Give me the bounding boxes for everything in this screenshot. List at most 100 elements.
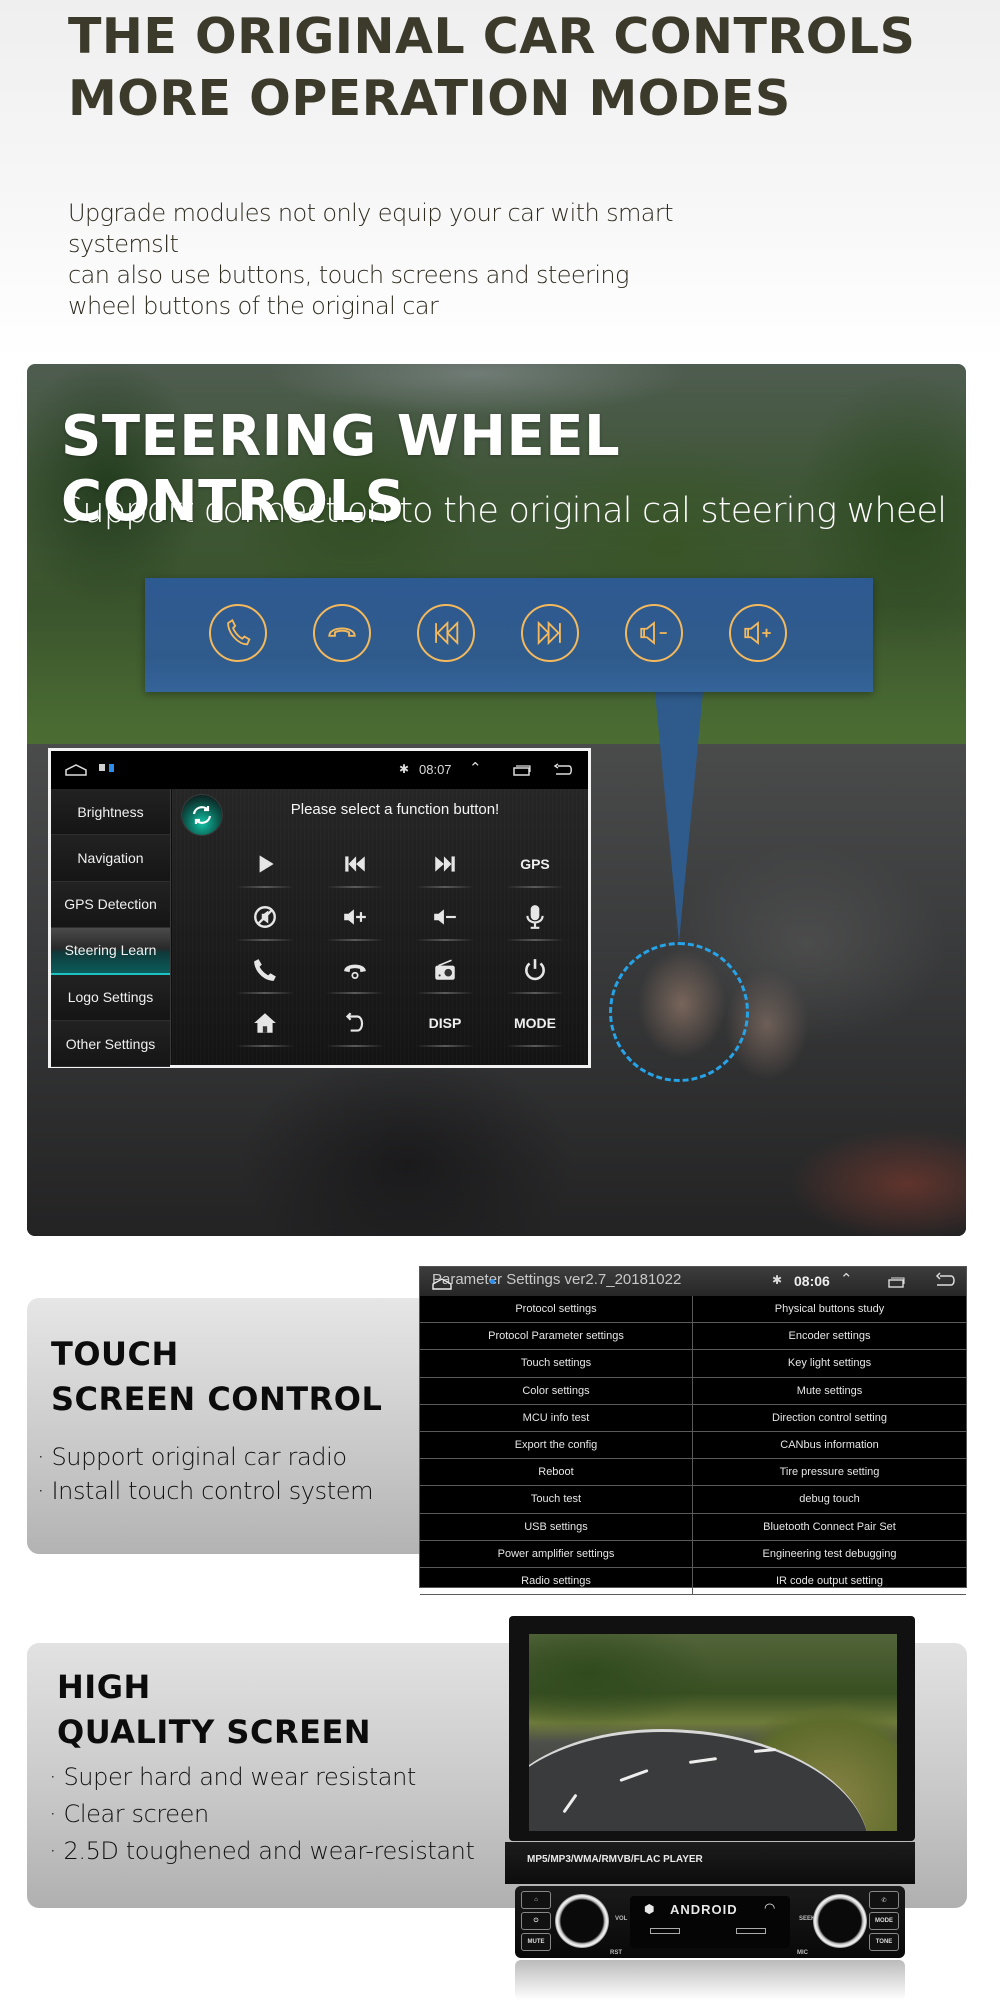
key-phone-hangup (313, 604, 371, 662)
sidebar-item-navigation[interactable]: Navigation (51, 835, 170, 882)
hero-desc-line-1: Upgrade modules not only equip your car … (68, 199, 674, 258)
param-color-settings[interactable]: Color settings (420, 1377, 693, 1405)
param-direction-control-setting[interactable]: Direction control setting (693, 1405, 966, 1432)
home-icon[interactable] (432, 1277, 452, 1290)
param-engineering-test-debugging[interactable]: Engineering test debugging (693, 1541, 966, 1568)
quality-feature-item: Clear screen (49, 1796, 474, 1833)
vol-label: VOL (615, 1916, 628, 1922)
stereo-tone-button[interactable]: TONE (869, 1933, 899, 1951)
param-mcu-info-test[interactable]: MCU info test (420, 1404, 693, 1432)
hero-desc-line-3: wheel buttons of the original car (68, 292, 439, 320)
param-touch-test[interactable]: Touch test (420, 1486, 693, 1514)
quality-feature-item: 2.5D toughened and wear-resistant (49, 1833, 474, 1870)
mic-label: MIC (797, 1950, 808, 1956)
fn-phone-answer[interactable] (220, 943, 310, 996)
function-button-grid: GPS DISP MODE (220, 837, 580, 1049)
volume-knob[interactable] (555, 1894, 609, 1948)
fn-back[interactable] (310, 996, 400, 1049)
recent-apps-icon[interactable] (888, 1276, 905, 1288)
usb-port (650, 1928, 680, 1934)
steering-subtitle: Support connection to the original cal s… (61, 491, 947, 531)
expand-up-icon[interactable]: ⌃ (840, 1270, 853, 1288)
volume-down-icon (640, 621, 667, 645)
previous-track-icon (435, 620, 459, 646)
fn-mode[interactable]: MODE (490, 996, 580, 1049)
param-ir-code-output-setting[interactable]: IR code output setting (693, 1568, 966, 1596)
key-volume-up (729, 604, 787, 662)
fn-radio[interactable] (400, 943, 490, 996)
volume-up-icon (344, 908, 366, 925)
microphone-icon (526, 904, 544, 929)
back-icon[interactable] (553, 763, 573, 777)
touch-title: TOUCH SCREEN CONTROL (51, 1332, 382, 1422)
stereo-format-label: MP5/MP3/WMA/RMVB/FLAC PLAYER (527, 1854, 703, 1865)
fn-phone-hangup[interactable] (310, 943, 400, 996)
touch-feature-item: Support original car radio (37, 1440, 373, 1474)
param-protocol-parameter-settings[interactable]: Protocol Parameter settings (420, 1323, 693, 1351)
notification-icon (490, 1279, 495, 1284)
quality-feature-list: Super hard and wear resistant Clear scre… (49, 1759, 474, 1870)
hero-title-line-1: THE ORIGINAL CAR CONTROLS (68, 8, 916, 65)
param-canbus-information[interactable]: CANbus information (693, 1432, 966, 1460)
steering-learn-panel: Please select a function button! GPS DIS… (172, 789, 588, 1065)
fn-play[interactable] (220, 837, 310, 890)
touch-title-line-1: TOUCH (51, 1335, 179, 1373)
param-protocol-settings[interactable]: Protocol settings (420, 1296, 693, 1324)
param-physical-buttons-study[interactable]: Physical buttons study (693, 1296, 966, 1324)
param-reboot[interactable]: Reboot (420, 1459, 693, 1487)
home-icon (254, 1012, 276, 1033)
bluetooth-icon: ✱ (772, 1273, 783, 1287)
sidebar-item-steering-learn[interactable]: Steering Learn (51, 928, 170, 975)
fn-disp[interactable]: DISP (400, 996, 490, 1049)
param-key-light-settings[interactable]: Key light settings (693, 1350, 966, 1378)
home-icon[interactable] (65, 763, 87, 777)
hero-desc-line-2: can also use buttons, touch screens and … (68, 261, 629, 289)
stereo-mute-button[interactable]: MUTE (521, 1933, 551, 1951)
recent-apps-icon[interactable] (513, 764, 531, 776)
steering-key-bar (145, 578, 873, 692)
steering-buttons-highlight (609, 942, 749, 1082)
touch-title-line-2: SCREEN CONTROL (51, 1380, 383, 1418)
fn-previous[interactable] (310, 837, 400, 890)
stereo-phone-button[interactable]: ✆ (869, 1891, 899, 1909)
sidebar-item-logo-settings[interactable]: Logo Settings (51, 974, 170, 1021)
expand-up-icon[interactable]: ⌃ (469, 759, 482, 777)
fn-gps[interactable]: GPS (490, 837, 580, 890)
fn-microphone[interactable] (490, 890, 580, 943)
back-icon[interactable] (934, 1272, 956, 1290)
param-mute-settings[interactable]: Mute settings (693, 1378, 966, 1405)
previous-track-icon (345, 855, 365, 872)
mute-icon (254, 905, 276, 928)
param-radio-settings[interactable]: Radio settings (420, 1567, 693, 1596)
parameter-settings-title: Parameter Settings ver2.7_20181022 (432, 1271, 682, 1288)
power-icon (525, 958, 545, 980)
stereo-screen-road-scene (529, 1634, 897, 1831)
fn-power[interactable] (490, 943, 580, 996)
param-power-amplifier-settings[interactable]: Power amplifier settings (420, 1540, 693, 1568)
param-bluetooth-connect-pair-set[interactable]: Bluetooth Connect Pair Set (693, 1514, 966, 1541)
sidebar-item-brightness[interactable]: Brightness (51, 789, 170, 836)
param-tire-pressure-setting[interactable]: Tire pressure setting (693, 1459, 966, 1487)
fn-next[interactable] (400, 837, 490, 890)
seek-knob[interactable] (813, 1894, 867, 1948)
quality-title-line-1: HIGH (57, 1668, 151, 1706)
fn-home[interactable] (220, 996, 310, 1049)
stereo-home-button[interactable]: ⌂ (521, 1891, 551, 1909)
param-encoder-settings[interactable]: Encoder settings (693, 1323, 966, 1351)
fn-mute[interactable] (220, 890, 310, 943)
key-next (521, 604, 579, 662)
param-usb-settings[interactable]: USB settings (420, 1513, 693, 1541)
stereo-mode-button[interactable]: MODE (869, 1912, 899, 1930)
next-track-icon (435, 855, 455, 872)
back-icon (345, 1011, 364, 1032)
prompt-text: Please select a function button! (290, 801, 500, 818)
param-touch-settings[interactable]: Touch settings (420, 1350, 693, 1378)
stereo-power-button[interactable]: ⏻ (521, 1912, 551, 1930)
parameter-settings-header: Parameter Settings ver2.7_20181022 ✱ 08:… (420, 1267, 966, 1296)
fn-volume-down[interactable] (400, 890, 490, 943)
param-debug-touch[interactable]: debug touch (693, 1486, 966, 1514)
sidebar-item-gps-detection[interactable]: GPS Detection (51, 881, 170, 929)
param-export-config[interactable]: Export the config (420, 1431, 693, 1460)
sidebar-item-other-settings[interactable]: Other Settings (51, 1020, 170, 1068)
fn-volume-up[interactable] (310, 890, 400, 943)
